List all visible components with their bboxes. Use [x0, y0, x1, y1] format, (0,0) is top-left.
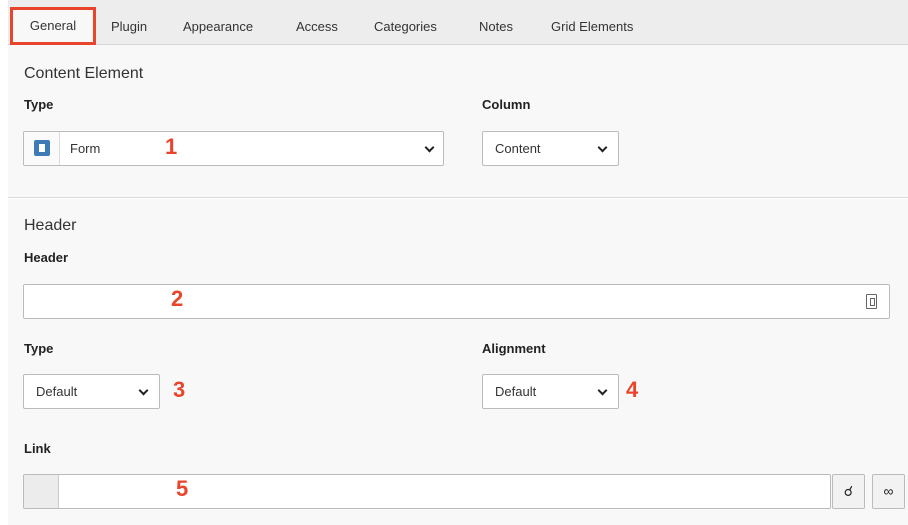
annotation-4: 4	[626, 377, 639, 402]
clipboard-icon[interactable]	[866, 294, 877, 309]
section-title: Content Element	[24, 65, 144, 82]
alignment-select[interactable]: Default	[482, 374, 619, 409]
header-type-label: Type	[24, 341, 54, 356]
content-type-select[interactable]: Form	[23, 131, 444, 166]
tab-appearance[interactable]: Appearance	[183, 8, 253, 45]
annotation-3: 3	[173, 377, 186, 402]
chevron-down-icon	[597, 142, 608, 153]
form-icon	[34, 140, 50, 156]
tab-general[interactable]: General	[10, 7, 96, 45]
column-select[interactable]: Content	[482, 131, 619, 166]
link-label: Link	[24, 441, 51, 456]
type-icon-box	[24, 132, 60, 165]
content-element-section: Content Element Type Form 1 Column Conte…	[8, 45, 908, 198]
link-icon: ∞	[883, 483, 894, 499]
content-type-value: Form	[70, 141, 101, 156]
chevron-down-icon	[597, 385, 608, 396]
tab-bar: General Plugin Appearance Access Categor…	[8, 0, 908, 45]
header-type-value: Default	[36, 384, 78, 399]
column-label: Column	[482, 97, 531, 112]
tab-categories[interactable]: Categories	[374, 8, 437, 45]
chevron-down-icon	[138, 385, 149, 396]
column-value: Content	[495, 141, 541, 156]
tab-plugin[interactable]: Plugin	[111, 8, 147, 45]
header-label: Header	[24, 250, 69, 265]
section-title: Header	[24, 217, 77, 234]
annotation-1: 1	[165, 134, 178, 159]
link-input[interactable]	[23, 474, 831, 509]
link-button[interactable]: ∞	[872, 474, 905, 509]
tab-notes[interactable]: Notes	[479, 8, 513, 45]
chevron-down-icon	[424, 142, 435, 153]
link-browser-button[interactable]: ☌	[832, 474, 865, 509]
alignment-label: Alignment	[482, 341, 546, 356]
alignment-value: Default	[495, 384, 537, 399]
link-wizard-icon: ☌	[843, 483, 854, 499]
header-type-select[interactable]: Default	[23, 374, 160, 409]
link-addon	[24, 475, 59, 508]
header-input[interactable]	[23, 284, 890, 319]
tab-grid-elements[interactable]: Grid Elements	[551, 8, 633, 45]
header-section: Header Header 2 Type Default 3 Alignment…	[8, 199, 908, 525]
tab-access[interactable]: Access	[296, 8, 338, 45]
annotation-5: 5	[176, 476, 189, 501]
type-label: Type	[24, 97, 54, 112]
annotation-2: 2	[171, 286, 184, 311]
